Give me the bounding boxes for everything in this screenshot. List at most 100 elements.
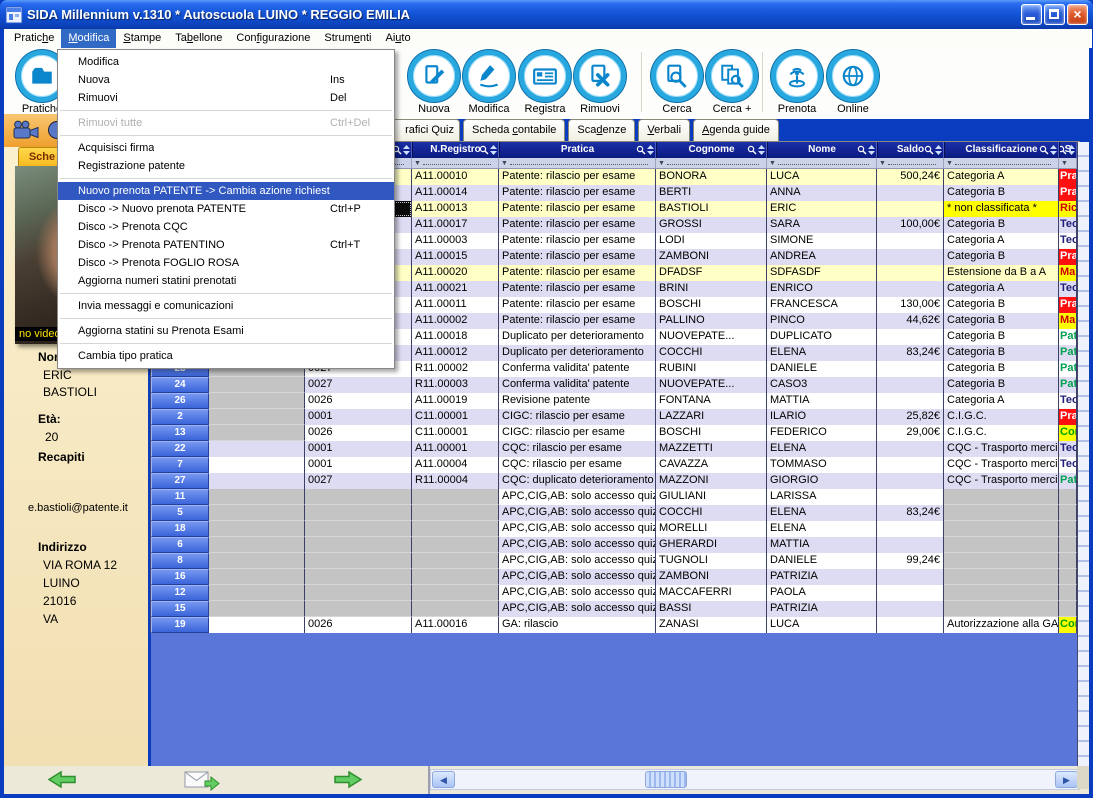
cell-sal[interactable] bbox=[877, 617, 944, 633]
send-mail-button[interactable] bbox=[184, 768, 220, 796]
menu-item-modifica[interactable]: Modifica bbox=[58, 53, 394, 71]
cell-c3[interactable] bbox=[305, 505, 412, 521]
table-row[interactable]: 16APC,CIG,AB: solo accesso quizZAMBONIPA… bbox=[151, 569, 1077, 585]
cell-reg[interactable] bbox=[412, 601, 499, 617]
cell-sal[interactable] bbox=[877, 569, 944, 585]
cell-sta[interactable]: Teor bbox=[1059, 281, 1077, 297]
cell-sta[interactable]: Teor bbox=[1059, 441, 1077, 457]
cell-cla[interactable]: Categoria A bbox=[944, 281, 1059, 297]
cell-nom[interactable]: ERIC bbox=[767, 201, 877, 217]
cell-reg[interactable]: R11.00002 bbox=[412, 361, 499, 377]
cell-sta[interactable]: Pate bbox=[1059, 473, 1077, 489]
cell-c3[interactable]: 0027 bbox=[305, 377, 412, 393]
filter-dropdown-icon[interactable]: ▼ bbox=[1061, 160, 1068, 167]
cell-reg[interactable]: A11.00011 bbox=[412, 297, 499, 313]
menu-item-disco-prenota-patentino[interactable]: Disco -> Prenota PATENTINOCtrl+T bbox=[58, 236, 394, 254]
table-row[interactable]: 260026A11.00019Revisione patenteFONTANAM… bbox=[151, 393, 1077, 409]
cell-cog[interactable]: COCCHI bbox=[656, 505, 767, 521]
cell-pra[interactable]: APC,CIG,AB: solo accesso quiz bbox=[499, 569, 656, 585]
table-row[interactable]: 11APC,CIG,AB: solo accesso quizGIULIANIL… bbox=[151, 489, 1077, 505]
cell-cog[interactable]: BERTI bbox=[656, 185, 767, 201]
cell-nom[interactable]: LUCA bbox=[767, 617, 877, 633]
previous-record-button[interactable] bbox=[46, 769, 78, 795]
cell-c3[interactable] bbox=[305, 569, 412, 585]
header-sort-search-icons[interactable] bbox=[479, 145, 497, 155]
cell-sta[interactable]: Teor bbox=[1059, 457, 1077, 473]
cell-nom[interactable]: ELENA bbox=[767, 521, 877, 537]
cell-cog[interactable]: GROSSI bbox=[656, 217, 767, 233]
cell-pra[interactable]: Patente: rilascio per esame bbox=[499, 281, 656, 297]
filter-sta[interactable]: ▼ bbox=[1059, 158, 1077, 168]
cell-reg[interactable]: A11.00021 bbox=[412, 281, 499, 297]
cell-reg[interactable]: A11.00016 bbox=[412, 617, 499, 633]
cell-n[interactable]: 8 bbox=[151, 553, 209, 569]
cell-cog[interactable]: ZANASI bbox=[656, 617, 767, 633]
cell-c3[interactable]: 0026 bbox=[305, 617, 412, 633]
cell-pra[interactable]: APC,CIG,AB: solo accesso quiz bbox=[499, 601, 656, 617]
cell-cog[interactable]: GIULIANI bbox=[656, 489, 767, 505]
cell-sal[interactable]: 29,00€ bbox=[877, 425, 944, 441]
maximize-button[interactable] bbox=[1044, 4, 1065, 25]
cell-c2[interactable] bbox=[209, 489, 305, 505]
cell-cog[interactable]: BASTIOLI bbox=[656, 201, 767, 217]
column-header-sta[interactable]: S bbox=[1059, 142, 1077, 158]
cell-nom[interactable]: DUPLICATO bbox=[767, 329, 877, 345]
cell-nom[interactable]: PINCO bbox=[767, 313, 877, 329]
cell-n[interactable]: 13 bbox=[151, 425, 209, 441]
cell-nom[interactable]: GIORGIO bbox=[767, 473, 877, 489]
cell-c2[interactable] bbox=[209, 537, 305, 553]
cell-sal[interactable] bbox=[877, 537, 944, 553]
cell-cog[interactable]: CAVAZZA bbox=[656, 457, 767, 473]
cell-c2[interactable] bbox=[209, 409, 305, 425]
minimize-button[interactable] bbox=[1021, 4, 1042, 25]
filter-dropdown-icon[interactable]: ▼ bbox=[769, 160, 776, 167]
cell-reg[interactable]: A11.00014 bbox=[412, 185, 499, 201]
column-header-reg[interactable]: N.Registro bbox=[412, 142, 499, 158]
cell-sta[interactable]: Rich bbox=[1059, 201, 1077, 217]
menubar-item-strumenti[interactable]: Strumenti bbox=[317, 29, 378, 48]
cell-pra[interactable]: APC,CIG,AB: solo accesso quiz bbox=[499, 585, 656, 601]
cell-sta[interactable]: Prati bbox=[1059, 297, 1077, 313]
menu-item-rimuovi[interactable]: RimuoviDel bbox=[58, 89, 394, 107]
cell-pra[interactable]: Patente: rilascio per esame bbox=[499, 169, 656, 185]
table-row[interactable]: 270027R11.00004CQC: duplicato deterioram… bbox=[151, 473, 1077, 489]
toolbar-button-cerca[interactable]: Cerca bbox=[649, 50, 705, 115]
cell-cla[interactable]: Categoria B bbox=[944, 361, 1059, 377]
tab-verbali[interactable]: Verbali bbox=[638, 119, 690, 141]
cell-reg[interactable]: R11.00003 bbox=[412, 377, 499, 393]
cell-reg[interactable] bbox=[412, 553, 499, 569]
cell-cla[interactable]: Autorizzazione alla GA bbox=[944, 617, 1059, 633]
cell-nom[interactable]: SDFASDF bbox=[767, 265, 877, 281]
cell-pra[interactable]: Patente: rilascio per esame bbox=[499, 313, 656, 329]
cell-nom[interactable]: PAOLA bbox=[767, 585, 877, 601]
table-row[interactable]: 8APC,CIG,AB: solo accesso quizTUGNOLIDAN… bbox=[151, 553, 1077, 569]
menu-item-disco-prenota-foglio-rosa[interactable]: Disco -> Prenota FOGLIO ROSA bbox=[58, 254, 394, 272]
cell-sta[interactable]: Prati bbox=[1059, 249, 1077, 265]
cell-cog[interactable]: LODI bbox=[656, 233, 767, 249]
horizontal-scrollbar[interactable]: ◀ ▶ bbox=[430, 769, 1080, 790]
scroll-left-button[interactable]: ◀ bbox=[432, 771, 455, 788]
cell-c2[interactable] bbox=[209, 393, 305, 409]
cell-cog[interactable]: MAZZETTI bbox=[656, 441, 767, 457]
cell-cog[interactable]: RUBINI bbox=[656, 361, 767, 377]
cell-nom[interactable]: MATTIA bbox=[767, 537, 877, 553]
filter-dropdown-icon[interactable]: ▼ bbox=[658, 160, 665, 167]
cell-nom[interactable]: ELENA bbox=[767, 441, 877, 457]
cell-cla[interactable] bbox=[944, 601, 1059, 617]
cell-cla[interactable]: Categoria B bbox=[944, 313, 1059, 329]
cell-reg[interactable]: A11.00020 bbox=[412, 265, 499, 281]
cell-sal[interactable] bbox=[877, 393, 944, 409]
cell-cla[interactable]: * non classificata * bbox=[944, 201, 1059, 217]
cell-c2[interactable] bbox=[209, 553, 305, 569]
cell-sta[interactable] bbox=[1059, 505, 1077, 521]
cell-c3[interactable] bbox=[305, 521, 412, 537]
cell-reg[interactable] bbox=[412, 585, 499, 601]
cell-cla[interactable] bbox=[944, 569, 1059, 585]
menu-item-invia-messaggi[interactable]: Invia messaggi e comunicazioni bbox=[58, 297, 394, 315]
cell-c2[interactable] bbox=[209, 569, 305, 585]
table-row[interactable]: 20001C11.00001CIGC: rilascio per esameLA… bbox=[151, 409, 1077, 425]
cell-pra[interactable]: APC,CIG,AB: solo accesso quiz bbox=[499, 537, 656, 553]
cell-sal[interactable] bbox=[877, 473, 944, 489]
cell-cla[interactable]: Categoria A bbox=[944, 233, 1059, 249]
cell-nom[interactable]: SIMONE bbox=[767, 233, 877, 249]
